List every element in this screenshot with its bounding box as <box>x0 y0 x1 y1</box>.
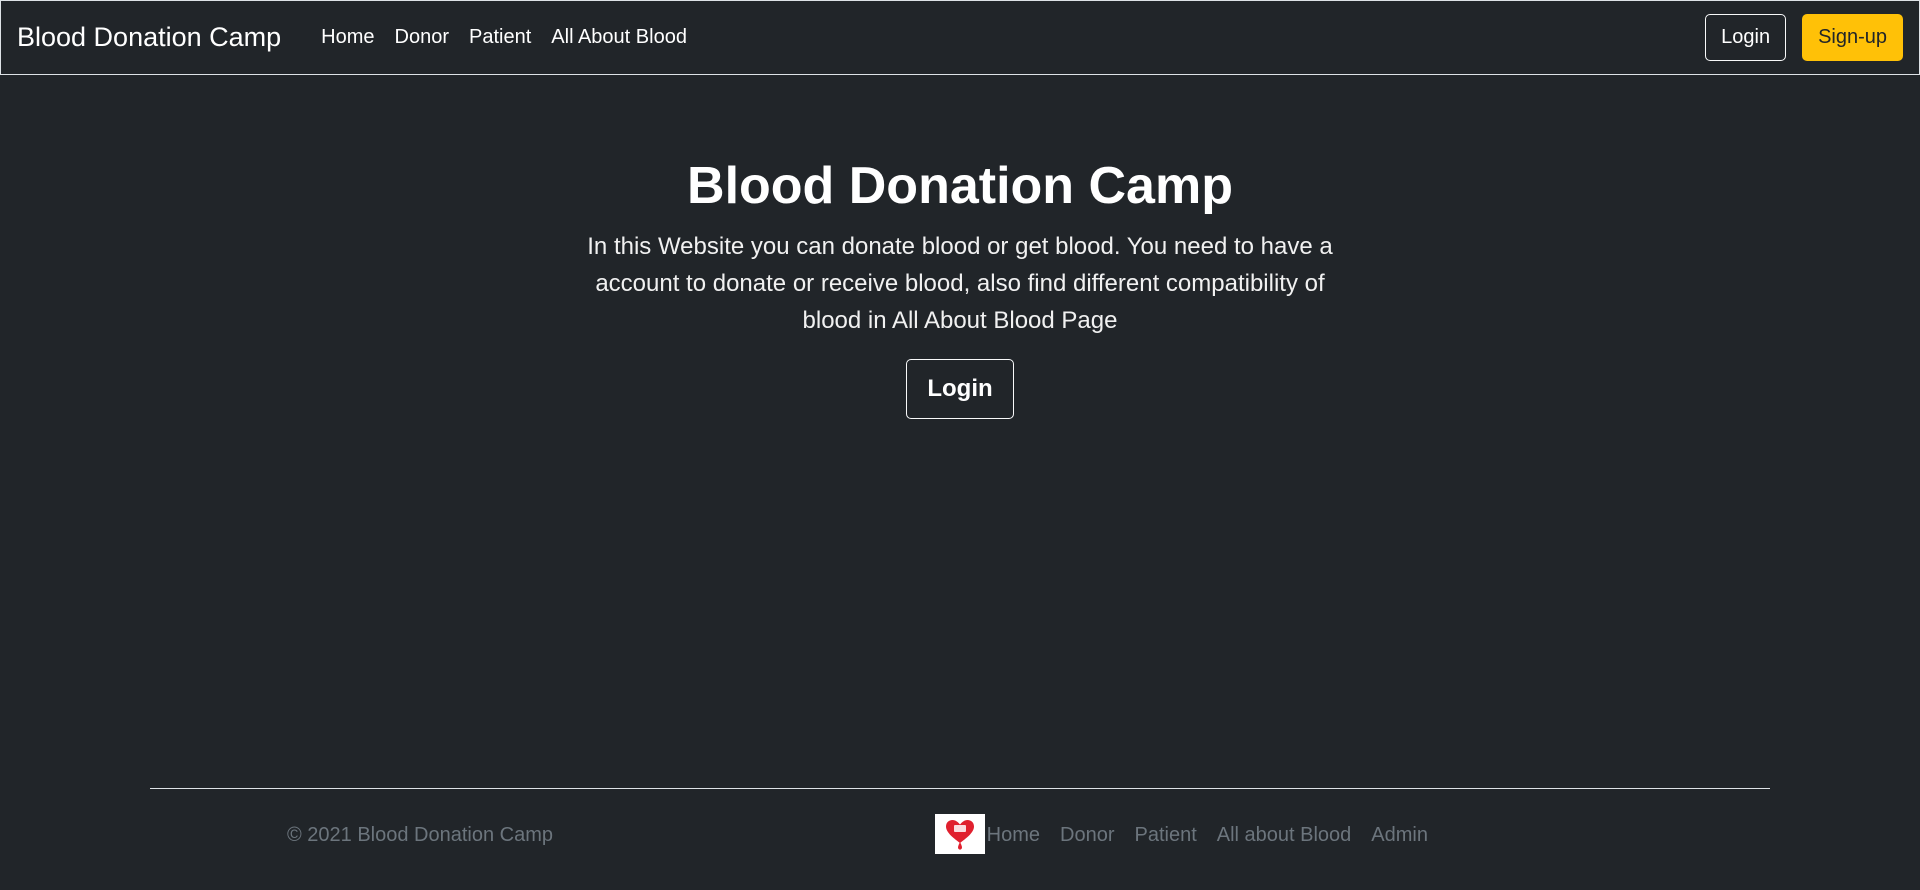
login-button[interactable]: Login <box>1705 14 1787 61</box>
auth-buttons: Login Sign-up <box>1705 14 1903 61</box>
hero-title: Blood Donation Camp <box>687 157 1233 215</box>
nav-link-patient[interactable]: Patient <box>459 26 541 49</box>
footer: © 2021 Blood Donation Camp Home Donor Pa… <box>0 812 1920 858</box>
footer-nav: Home Donor Patient All about Blood Admin <box>977 812 1438 858</box>
footer-divider <box>150 788 1770 789</box>
heart-logo-graphic <box>946 820 974 850</box>
footer-link-all-about-blood[interactable]: All about Blood <box>1207 824 1362 847</box>
hero-login-button[interactable]: Login <box>906 359 1014 419</box>
nav-link-all-about-blood[interactable]: All About Blood <box>541 26 697 49</box>
main-nav: Home Donor Patient All About Blood <box>311 26 697 49</box>
top-navbar: Blood Donation Camp Home Donor Patient A… <box>0 0 1920 75</box>
footer-copyright: © 2021 Blood Donation Camp <box>287 824 554 846</box>
hero-section: Blood Donation Camp In this Website you … <box>0 150 1920 419</box>
nav-link-home[interactable]: Home <box>311 26 384 49</box>
footer-link-donor[interactable]: Donor <box>1050 824 1124 847</box>
hero-description: In this Website you can donate blood or … <box>587 233 1333 334</box>
footer-link-admin[interactable]: Admin <box>1361 824 1438 847</box>
brand-link[interactable]: Blood Donation Camp <box>17 22 281 53</box>
footer-link-home[interactable]: Home <box>977 824 1050 847</box>
nav-link-donor[interactable]: Donor <box>385 26 459 49</box>
footer-link-patient[interactable]: Patient <box>1124 824 1206 847</box>
signup-button[interactable]: Sign-up <box>1802 14 1903 61</box>
